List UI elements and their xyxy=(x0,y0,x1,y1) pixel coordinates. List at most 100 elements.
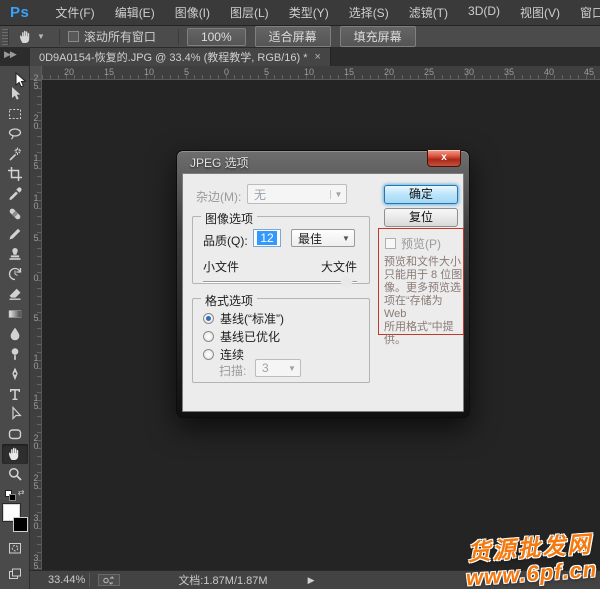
gradient-tool-icon[interactable] xyxy=(2,304,28,324)
menu-item[interactable]: 文件(F) xyxy=(45,4,104,21)
quality-value: 12 xyxy=(257,231,276,245)
ruler-label: 20 xyxy=(64,67,74,77)
ruler-label: 25 xyxy=(424,67,434,77)
hand-tool-icon[interactable] xyxy=(2,444,28,464)
preview-checkbox[interactable] xyxy=(385,238,396,249)
format-option-row[interactable]: 连续 xyxy=(203,346,244,363)
brush-tool-icon[interactable] xyxy=(2,224,28,244)
chevron-down-icon: ▼ xyxy=(338,234,354,243)
clone-stamp-tool-icon[interactable] xyxy=(2,244,28,264)
default-colors-icon[interactable]: ⇄ xyxy=(5,488,25,502)
ruler-label: 5 xyxy=(32,314,40,322)
ruler-label: 5 xyxy=(184,67,189,77)
history-brush-tool-icon[interactable] xyxy=(2,264,28,284)
matte-value: 无 xyxy=(248,186,330,203)
ruler-label: 5 xyxy=(32,234,40,242)
pen-tool-icon[interactable] xyxy=(2,364,28,384)
hand-tool-icon[interactable] xyxy=(17,29,35,45)
screen-mode-icon[interactable] xyxy=(2,564,28,584)
vertical-ruler: 2 52 01 51 05051 01 52 02 53 03 5 xyxy=(30,80,42,570)
radio-button[interactable] xyxy=(203,349,214,360)
swap-colors-icon[interactable]: ⇄ xyxy=(18,488,25,497)
lasso-tool-icon[interactable] xyxy=(2,124,28,144)
ruler-label: 35 xyxy=(504,67,514,77)
type-tool-icon[interactable] xyxy=(2,384,28,404)
format-option-row[interactable]: 基线已优化 xyxy=(203,328,280,345)
menu-item[interactable]: 3D(D) xyxy=(458,4,510,21)
marquee-tool-icon[interactable] xyxy=(2,104,28,124)
zoom-tool-icon[interactable] xyxy=(2,464,28,484)
scroll-all-windows-checkbox[interactable] xyxy=(68,31,79,42)
menu-item[interactable]: 视图(V) xyxy=(510,4,570,21)
document-tab[interactable]: 0D9A0154-恢复的.JPG @ 33.4% (教程教学, RGB/16) … xyxy=(30,48,331,66)
ok-button[interactable]: 确定 xyxy=(384,185,458,204)
panel-collapse-icon[interactable]: ▶▶ xyxy=(4,49,16,60)
direct-selection-tool-icon[interactable] xyxy=(2,404,28,424)
menu-item[interactable]: 类型(Y) xyxy=(279,4,339,21)
scroll-all-windows-label: 滚动所有窗口 xyxy=(84,28,156,45)
fit-screen-button[interactable]: 适合屏幕 xyxy=(255,26,331,47)
zoom-level-field[interactable]: 33.44% xyxy=(44,573,90,587)
large-file-label: 大文件 xyxy=(321,258,357,275)
radio-button[interactable] xyxy=(203,331,214,342)
menu-item[interactable]: 滤镜(T) xyxy=(399,4,458,21)
dialog-close-button[interactable]: x xyxy=(427,150,461,167)
scans-dropdown[interactable]: 3 ▼ xyxy=(255,359,301,377)
preview-checkbox-label: 预览(P) xyxy=(401,235,441,252)
quick-mask-icon[interactable] xyxy=(2,538,28,558)
small-file-label: 小文件 xyxy=(203,258,239,275)
ruler-label: 0 xyxy=(32,274,40,282)
background-color-swatch[interactable] xyxy=(13,517,28,532)
format-option-row[interactable]: 基线(“标准”) xyxy=(203,310,284,327)
fill-screen-button[interactable]: 填充屏幕 xyxy=(340,26,416,47)
ruler-label: 1 5 xyxy=(32,154,40,170)
document-tab-bar: ▶▶ 0D9A0154-恢复的.JPG @ 33.4% (教程教学, RGB/1… xyxy=(0,48,600,66)
image-options-legend: 图像选项 xyxy=(201,210,257,227)
menu-bar: Ps 文件(F)编辑(E)图像(I)图层(L)类型(Y)选择(S)滤镜(T)3D… xyxy=(0,0,600,26)
ruler-label: 15 xyxy=(344,67,354,77)
separator xyxy=(59,29,60,45)
horizontal-ruler: 2015105051015202530354045 xyxy=(42,66,600,80)
rounded-rectangle-tool-icon[interactable] xyxy=(2,424,28,444)
quality-slider-thumb[interactable] xyxy=(340,276,353,287)
dodge-tool-icon[interactable] xyxy=(2,344,28,364)
dialog-title: JPEG 选项 xyxy=(190,154,249,171)
menu-item[interactable]: 编辑(E) xyxy=(105,4,165,21)
crop-tool-icon[interactable] xyxy=(2,164,28,184)
blur-tool-icon[interactable] xyxy=(2,324,28,344)
adobe-drive-icon[interactable] xyxy=(98,574,120,586)
photoshop-logo: Ps xyxy=(10,4,29,21)
radio-label: 基线已优化 xyxy=(220,328,280,345)
quality-slider[interactable] xyxy=(203,281,357,283)
chevron-down-icon: ▼ xyxy=(330,190,346,199)
eyedropper-tool-icon[interactable] xyxy=(2,184,28,204)
options-bar-grip xyxy=(2,29,9,45)
ruler-label: 2 5 xyxy=(32,74,40,90)
scans-value: 3 xyxy=(256,361,284,375)
zoom-100-button[interactable]: 100% xyxy=(187,28,246,46)
chevron-down-icon[interactable]: ▼ xyxy=(37,32,45,41)
radio-button[interactable] xyxy=(203,313,214,324)
matte-label: 杂边(M): xyxy=(196,188,241,205)
quality-input[interactable]: 12 xyxy=(253,229,281,247)
matte-dropdown[interactable]: 无 ▼ xyxy=(247,184,347,204)
reset-button[interactable]: 复位 xyxy=(384,208,458,227)
document-size-info: 文档:1.87M/1.87M xyxy=(178,572,267,588)
eraser-tool-icon[interactable] xyxy=(2,284,28,304)
ruler-label: 10 xyxy=(144,67,154,77)
ruler-label: 30 xyxy=(464,67,474,77)
image-options-group: 图像选项 品质(Q): 12 最佳 ▼ 小文件 大文件 xyxy=(192,216,370,284)
magic-wand-tool-icon[interactable] xyxy=(2,144,28,164)
healing-brush-tool-icon[interactable] xyxy=(2,204,28,224)
menu-item[interactable]: 窗口(W) xyxy=(570,4,600,21)
menu-item[interactable]: 图层(L) xyxy=(220,4,279,21)
menu-item[interactable]: 选择(S) xyxy=(339,4,399,21)
quality-level-dropdown[interactable]: 最佳 ▼ xyxy=(291,229,355,247)
toolbar: ⇄ xyxy=(0,66,30,589)
format-options-legend: 格式选项 xyxy=(201,292,257,309)
ruler-label: 15 xyxy=(104,67,114,77)
menu-item[interactable]: 图像(I) xyxy=(165,4,220,21)
mini-background-swatch xyxy=(9,494,16,501)
tab-close-icon[interactable]: × xyxy=(315,51,321,63)
status-menu-arrow-icon[interactable]: ▶ xyxy=(308,575,315,586)
